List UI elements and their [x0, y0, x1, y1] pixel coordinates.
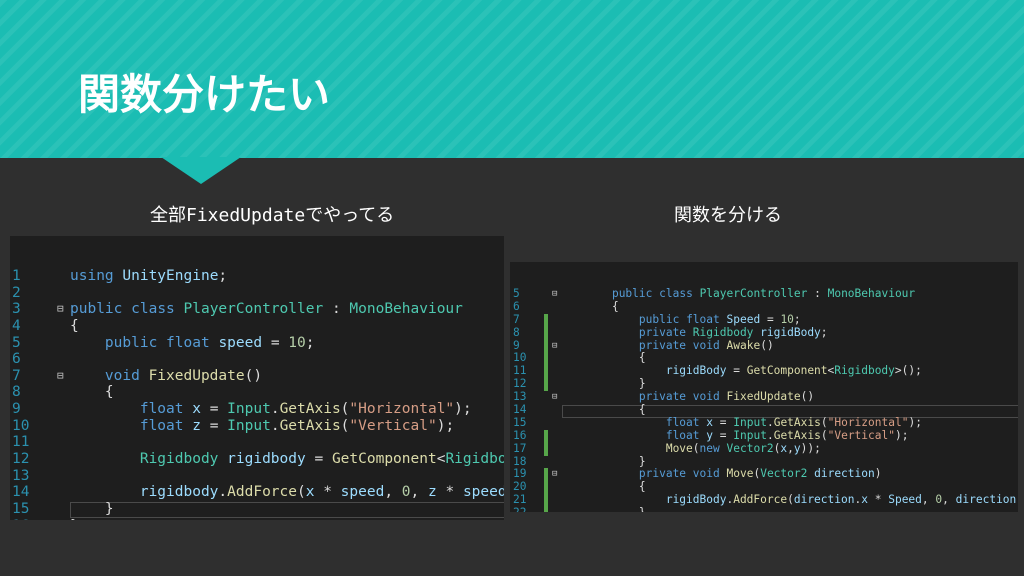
- line-number: 16: [513, 428, 527, 442]
- code-line: 2: [10, 285, 504, 302]
- code-line: 5 ⊟ public class PlayerController : MonoB…: [510, 287, 1018, 301]
- code-text[interactable]: public class PlayerController : MonoBeha…: [585, 287, 915, 301]
- code-text[interactable]: public float speed = 10;: [70, 335, 315, 352]
- line-number: 1: [12, 268, 21, 284]
- change-marker: [544, 468, 548, 482]
- code-line: 15 }: [10, 501, 504, 518]
- line-number: 8: [513, 325, 520, 339]
- change-marker: [544, 507, 548, 512]
- line-number: 22: [513, 506, 526, 512]
- code-text[interactable]: Rigidbody rigidbody = GetComponent<Rigid…: [70, 451, 504, 468]
- line-number: 16: [12, 518, 29, 520]
- code-line: 6 {: [510, 299, 1018, 314]
- code-text[interactable]: public class PlayerController : MonoBeha…: [70, 301, 463, 318]
- code-line: 8 {: [10, 384, 504, 401]
- code-line: 11: [10, 434, 504, 451]
- line-number: 7: [12, 367, 21, 384]
- line-number: 6: [12, 351, 21, 368]
- caption-right: 関数を分ける: [674, 205, 782, 226]
- line-number: 5: [12, 334, 21, 351]
- code-line: 13: [10, 468, 504, 485]
- line-number: 15: [513, 415, 527, 429]
- code-text[interactable]: {: [585, 403, 646, 417]
- code-text[interactable]: float x = Input.GetAxis("Horizontal");: [70, 401, 472, 418]
- code-text[interactable]: {: [585, 300, 619, 314]
- code-line: 7 ⊟ void FixedUpdate(): [10, 368, 504, 385]
- code-text[interactable]: }: [70, 518, 79, 520]
- code-text[interactable]: rigidBody.AddForce(direction.x * Speed, …: [585, 493, 1018, 507]
- line-number: 10: [12, 417, 30, 434]
- caption-left: 全部FixedUpdateでやってる: [150, 205, 395, 226]
- line-number: 5: [513, 287, 520, 300]
- collapse-toggle-icon[interactable]: ⊟: [552, 391, 557, 404]
- code-line: 14 rigidbody.AddForce(x * speed, 0, z * …: [10, 484, 504, 501]
- code-text[interactable]: }: [585, 506, 646, 512]
- code-line: 1 using UnityEngine;: [10, 268, 504, 285]
- code-line: 5 public float speed = 10;: [10, 335, 504, 352]
- code-line: 9 float x = Input.GetAxis("Horizontal");: [10, 401, 504, 418]
- change-marker: [544, 313, 548, 327]
- banner-notch: [161, 157, 241, 184]
- code-text[interactable]: Move(new Vector2(x,y));: [585, 442, 821, 456]
- collapse-toggle-icon[interactable]: ⊟: [57, 301, 64, 318]
- collapse-toggle-icon[interactable]: ⊟: [552, 288, 557, 301]
- code-line: 22 }: [510, 506, 1018, 512]
- code-line: 12 Rigidbody rigidbody = GetComponent<Ri…: [10, 451, 504, 468]
- line-number: 14: [513, 403, 527, 417]
- code-line: 3 ⊟ public class PlayerController : MonoBe…: [10, 301, 504, 318]
- code-text[interactable]: void FixedUpdate(): [70, 368, 262, 385]
- line-number: 15: [12, 500, 30, 517]
- line-number: 14: [12, 484, 30, 501]
- line-number: 13: [12, 467, 30, 484]
- line-number: 12: [12, 451, 30, 468]
- code-line: 17 Move(new Vector2(x,y));: [510, 441, 1018, 456]
- code-text[interactable]: rigidbody.AddForce(x * speed, 0, z * spe…: [70, 484, 504, 501]
- line-number: 6: [513, 299, 520, 313]
- code-line: 10 float z = Input.GetAxis("Vertical");: [10, 418, 504, 435]
- line-number: 17: [513, 441, 527, 455]
- collapse-toggle-icon[interactable]: ⊟: [552, 468, 557, 481]
- line-number: 4: [12, 317, 21, 334]
- code-text[interactable]: using UnityEngine;: [70, 268, 227, 285]
- code-text[interactable]: {: [70, 384, 114, 401]
- change-marker: [544, 365, 548, 379]
- change-marker: [544, 378, 548, 392]
- line-number: 8: [12, 384, 21, 401]
- code-text[interactable]: }: [70, 501, 114, 518]
- change-marker: [544, 326, 548, 340]
- code-line: 6: [10, 351, 504, 368]
- line-number: 9: [12, 401, 21, 418]
- code-line: 16}: [10, 518, 504, 520]
- line-number: 11: [12, 434, 30, 451]
- change-marker: [544, 429, 548, 443]
- change-marker: [544, 494, 548, 508]
- code-text[interactable]: float z = Input.GetAxis("Vertical");: [70, 418, 454, 435]
- change-marker: [544, 352, 548, 366]
- collapse-toggle-icon[interactable]: ⊟: [57, 368, 64, 385]
- collapse-toggle-icon[interactable]: ⊟: [552, 340, 557, 353]
- line-number: 2: [12, 284, 21, 301]
- slide-title: 関数分けたい: [78, 70, 331, 119]
- code-editor-after: 5 ⊟ public class PlayerController : MonoB…: [510, 262, 1018, 512]
- code-editor-before: 1 using UnityEngine; 2 3 ⊟ public class Playe…: [10, 236, 504, 520]
- code-text[interactable]: {: [70, 318, 79, 335]
- code-line: 4{: [10, 318, 504, 335]
- change-marker: [544, 339, 548, 353]
- line-number: 3: [12, 301, 21, 318]
- change-marker: [544, 481, 548, 495]
- line-number: 7: [513, 312, 520, 326]
- change-marker: [544, 442, 548, 456]
